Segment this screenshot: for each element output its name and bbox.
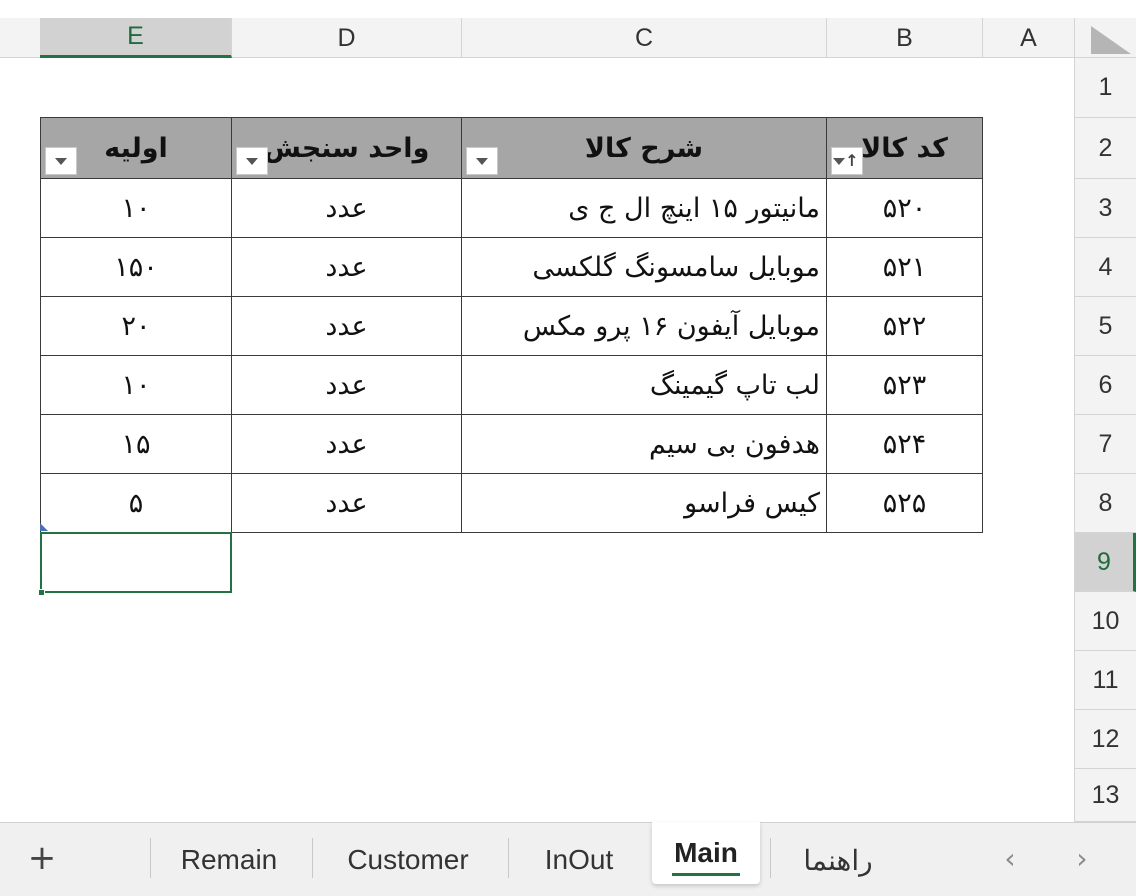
row-header-6[interactable]: 6 bbox=[1074, 356, 1136, 415]
cell-initial[interactable]: ۱۵ bbox=[40, 414, 232, 474]
row-header-3[interactable]: 3 bbox=[1074, 179, 1136, 238]
sheet-tab-main-label: Main bbox=[674, 837, 738, 868]
filter-button-unit[interactable] bbox=[236, 147, 268, 175]
fill-handle[interactable] bbox=[38, 589, 45, 596]
cell-initial[interactable]: ۱۵۰ bbox=[40, 237, 232, 297]
dropdown-arrow-icon bbox=[833, 157, 846, 165]
cell-initial[interactable]: ۵ bbox=[40, 473, 232, 533]
tab-separator bbox=[508, 838, 509, 878]
cell-code[interactable]: ۵۲۵ bbox=[826, 473, 983, 533]
column-header-e[interactable]: E bbox=[40, 18, 232, 58]
row-header-8[interactable]: 8 bbox=[1074, 474, 1136, 533]
tab-separator bbox=[312, 838, 313, 878]
row-header-12[interactable]: 12 bbox=[1074, 710, 1136, 769]
cell-description[interactable]: کیس فراسو bbox=[461, 473, 827, 533]
cell-code[interactable]: ۵۲۱ bbox=[826, 237, 983, 297]
row-header-11[interactable]: 11 bbox=[1074, 651, 1136, 710]
header-cell-code[interactable]: کد کالا ↑ bbox=[826, 117, 983, 179]
cell-code[interactable]: ۵۲۳ bbox=[826, 355, 983, 415]
header-unit-label: واحد سنجش bbox=[263, 132, 430, 164]
column-header-b[interactable]: B bbox=[827, 18, 983, 58]
chevron-right-icon[interactable]: › bbox=[1062, 838, 1102, 878]
sheet-tab-inout[interactable]: InOut bbox=[518, 840, 640, 880]
header-description-label: شرح کالا bbox=[584, 132, 704, 164]
sort-ascending-icon: ↑ bbox=[845, 151, 859, 170]
row-header-13[interactable]: 13 bbox=[1074, 769, 1136, 822]
cell-unit[interactable]: عدد bbox=[231, 178, 462, 238]
header-cell-description[interactable]: شرح کالا bbox=[461, 117, 827, 179]
cell-code[interactable]: ۵۲۰ bbox=[826, 178, 983, 238]
filter-button-initial[interactable] bbox=[45, 147, 77, 175]
filter-sort-button[interactable]: ↑ bbox=[831, 147, 863, 175]
cell-description[interactable]: هدفون بی سیم bbox=[461, 414, 827, 474]
row-header-5[interactable]: 5 bbox=[1074, 297, 1136, 356]
row-header-7[interactable]: 7 bbox=[1074, 415, 1136, 474]
filter-button-description[interactable] bbox=[466, 147, 498, 175]
row-header-10[interactable]: 10 bbox=[1074, 592, 1136, 651]
header-initial-label: اولیه bbox=[104, 132, 168, 164]
sheet-tab-remain[interactable]: Remain bbox=[160, 840, 298, 880]
row-header-1[interactable]: 1 bbox=[1074, 58, 1136, 118]
cell-unit[interactable]: عدد bbox=[231, 296, 462, 356]
select-all-corner[interactable] bbox=[1074, 18, 1136, 58]
dropdown-arrow-icon bbox=[246, 157, 258, 165]
cell-code[interactable]: ۵۲۲ bbox=[826, 296, 983, 356]
header-cell-unit[interactable]: واحد سنجش bbox=[231, 117, 462, 179]
cell-unit[interactable]: عدد bbox=[231, 355, 462, 415]
cell-code[interactable]: ۵۲۴ bbox=[826, 414, 983, 474]
column-header-c[interactable]: C bbox=[462, 18, 827, 58]
cell-unit[interactable]: عدد bbox=[231, 237, 462, 297]
chevron-left-icon[interactable]: ‹ bbox=[990, 838, 1030, 878]
cell-description[interactable]: مانیتور ۱۵ اینچ ال ج ی bbox=[461, 178, 827, 238]
cell-initial[interactable]: ۱۰ bbox=[40, 355, 232, 415]
active-tab-underline bbox=[672, 873, 740, 876]
cell-description[interactable]: موبایل سامسونگ گلکسی bbox=[461, 237, 827, 297]
row-header-9[interactable]: 9 bbox=[1074, 533, 1136, 592]
cell-description[interactable]: لب تاپ گیمینگ bbox=[461, 355, 827, 415]
select-all-triangle-icon bbox=[1091, 26, 1131, 54]
column-header-d[interactable]: D bbox=[232, 18, 462, 58]
cell-unit[interactable]: عدد bbox=[231, 414, 462, 474]
tab-separator bbox=[770, 838, 771, 878]
cell-initial[interactable]: ۲۰ bbox=[40, 296, 232, 356]
cell-description[interactable]: موبایل آیفون ۱۶ پرو مکس bbox=[461, 296, 827, 356]
header-code-label: کد کالا bbox=[861, 132, 948, 164]
dropdown-arrow-icon bbox=[55, 157, 67, 165]
sheet-tab-main[interactable]: Main bbox=[652, 822, 760, 884]
selected-cell-e9[interactable] bbox=[40, 532, 232, 593]
sheet-tab-customer[interactable]: Customer bbox=[322, 840, 494, 880]
row-header-2[interactable]: 2 bbox=[1074, 118, 1136, 179]
row-header-4[interactable]: 4 bbox=[1074, 238, 1136, 297]
add-sheet-button[interactable]: + bbox=[22, 838, 62, 878]
tab-separator bbox=[150, 838, 151, 878]
dropdown-arrow-icon bbox=[476, 157, 488, 165]
cell-initial[interactable]: ۱۰ bbox=[40, 178, 232, 238]
sheet-tab-guide[interactable]: راهنما bbox=[780, 840, 896, 880]
column-header-a[interactable]: A bbox=[983, 18, 1074, 58]
cell-unit[interactable]: عدد bbox=[231, 473, 462, 533]
header-cell-initial[interactable]: اولیه bbox=[40, 117, 232, 179]
